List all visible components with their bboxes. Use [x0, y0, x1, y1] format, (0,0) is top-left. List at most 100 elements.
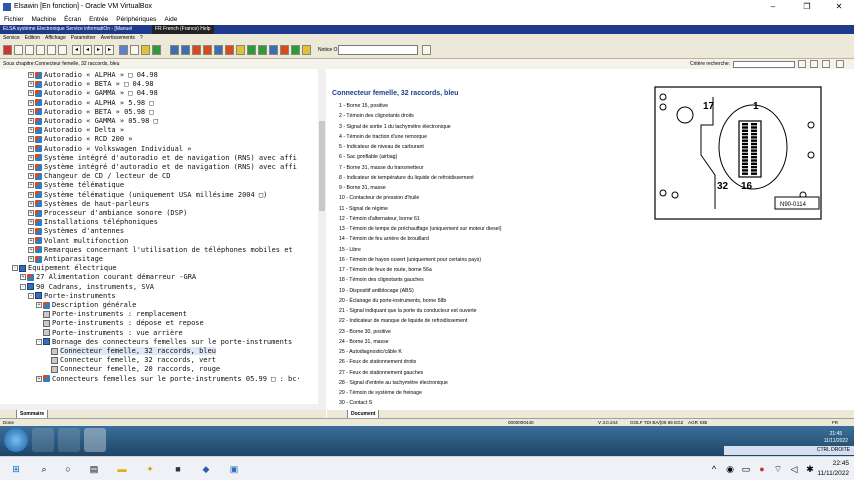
tree-item[interactable]: + Autoradio « BETA » □ 04.98 — [28, 80, 154, 89]
expand-icon[interactable]: + — [36, 302, 42, 308]
tree-item[interactable]: + Processeur d'ambiance sonore (DSP) — [28, 209, 187, 218]
collapse-icon[interactable]: - — [12, 265, 18, 272]
search-prev-icon[interactable] — [810, 60, 818, 68]
cortana-icon[interactable]: ○ — [62, 463, 74, 475]
tree-item[interactable]: +27 Alimentation courant démarreur -GRA — [20, 273, 196, 282]
expand-icon[interactable]: + — [28, 210, 34, 216]
menu-edition[interactable]: Edition — [25, 35, 40, 41]
start-orb-icon[interactable] — [4, 428, 28, 452]
expand-icon[interactable]: + — [28, 182, 34, 189]
menu-fichier[interactable]: Fichier — [4, 16, 24, 23]
doc-icon-6[interactable] — [225, 45, 234, 55]
vm-window-icon[interactable]: ▣ — [228, 463, 240, 475]
file-explorer-icon[interactable]: ▬ — [116, 463, 128, 475]
order-button-icon[interactable] — [422, 45, 431, 55]
expand-icon[interactable]: + — [28, 154, 34, 161]
tree-item[interactable]: + Volant multifonction — [28, 237, 128, 246]
doc-icon-10[interactable] — [269, 45, 278, 55]
expand-icon[interactable]: + — [36, 375, 42, 382]
tree-item[interactable]: Porte-instruments : remplacement — [36, 310, 187, 319]
expand-icon[interactable]: + — [28, 228, 34, 235]
language-indicator[interactable]: FR French (France) Help — [152, 25, 214, 34]
tree-item[interactable]: + Description générale — [36, 301, 136, 310]
maximize-button[interactable]: ❐ — [794, 0, 820, 14]
tree-item[interactable]: + Autoradio « RCD 200 » — [28, 135, 133, 144]
expand-icon[interactable]: + — [28, 99, 34, 106]
tree-item[interactable]: + Autoradio « Delta » — [28, 126, 124, 135]
collapse-icon[interactable]: - — [28, 292, 34, 299]
doc-icon-2[interactable] — [181, 45, 190, 55]
doc-icon-5[interactable] — [214, 45, 223, 55]
tree-item[interactable]: + Antiparasitage — [28, 255, 103, 264]
search-icon[interactable]: ⌕ — [38, 463, 50, 475]
tree-item[interactable]: Porte-instruments : vue arrière — [36, 329, 183, 338]
tree-item[interactable]: - Équipement électrique — [12, 264, 117, 273]
save-icon[interactable] — [47, 45, 56, 55]
tree-item[interactable]: + Système télématique (uniquement USA mil… — [28, 191, 267, 200]
bluetooth-icon[interactable]: ✱ — [804, 463, 816, 475]
windows-start-icon[interactable]: ⊞ — [10, 463, 22, 475]
display-icon[interactable]: ▭ — [740, 463, 752, 475]
virtualbox-icon[interactable]: ◆ — [200, 463, 212, 475]
chevron-up-icon[interactable]: ^ — [708, 463, 720, 475]
app-icon-1[interactable]: ✦ — [144, 463, 156, 475]
volume-icon[interactable]: ◁ — [788, 463, 800, 475]
tree-item[interactable]: + Système intégré d'autoradio et de navig… — [28, 163, 297, 172]
tree-item[interactable]: + Connecteurs femelles sur le porte-instr… — [36, 375, 301, 384]
tree-item[interactable]: - Bornage des connecteurs femelles sur le… — [36, 338, 292, 347]
search-next-icon[interactable] — [822, 60, 830, 68]
collapse-icon[interactable]: - — [20, 283, 26, 290]
doc-icon-11[interactable] — [280, 45, 289, 55]
doc-icon-1[interactable] — [170, 45, 179, 55]
print-preview-icon[interactable] — [58, 45, 67, 55]
tree-item[interactable]: + Systèmes d'antennes — [28, 227, 124, 236]
green-arrow-icon[interactable] — [152, 45, 161, 55]
expand-icon[interactable]: + — [20, 274, 26, 281]
expand-icon[interactable]: + — [28, 246, 34, 253]
expand-icon[interactable]: + — [28, 219, 34, 226]
tree-item[interactable]: + Autoradio « Volkswagen Individual » — [28, 145, 192, 154]
tree-item[interactable]: Connecteur femelle, 32 raccords, bleu — [44, 347, 216, 356]
expand-icon[interactable]: + — [28, 118, 34, 124]
expand-icon[interactable]: + — [28, 136, 34, 143]
doc-icon-7[interactable] — [236, 45, 245, 55]
menu-peripheriques[interactable]: Périphériques — [116, 16, 156, 23]
tree-item[interactable]: + Autoradio « ALPHA » □ 04.98 — [28, 71, 158, 80]
expand-icon[interactable]: + — [28, 145, 34, 152]
last-page-icon[interactable]: ▸ — [105, 45, 114, 55]
tree-item[interactable]: + Système intégré d'autoradio et de navig… — [28, 154, 297, 163]
prev-page-icon[interactable]: ◂ — [83, 45, 92, 55]
network-icon[interactable]: ◉ — [724, 463, 736, 475]
menu-service[interactable]: Service — [3, 35, 20, 41]
expand-icon[interactable]: + — [28, 108, 34, 115]
tree-item[interactable]: + Systèmes de haut-parleurs — [28, 200, 149, 209]
explorer-icon[interactable] — [58, 428, 80, 452]
menu-parametrer[interactable]: Paramétrer — [71, 35, 96, 41]
tree-vertical-scrollbar[interactable] — [318, 69, 326, 404]
search-dropdown-icon[interactable] — [798, 60, 806, 68]
tree-item[interactable]: + Autoradio « BETA » 05.98 □ — [28, 108, 154, 117]
expand-icon[interactable]: + — [28, 191, 34, 198]
menu-help[interactable]: ? — [140, 35, 143, 41]
tree-item[interactable]: + Remarques concernant l'utilisation de t… — [28, 246, 293, 255]
question-icon[interactable] — [141, 45, 150, 55]
tray-app-icon[interactable]: ● — [756, 463, 768, 475]
menu-machine[interactable]: Machine — [32, 16, 57, 23]
tree-item[interactable]: Connecteur femelle, 32 raccords, vert — [44, 356, 216, 365]
tool-icon-1[interactable] — [3, 45, 12, 55]
expand-icon[interactable]: + — [28, 237, 34, 244]
doc-icon-12[interactable] — [291, 45, 300, 55]
nav-icon[interactable] — [119, 45, 128, 55]
copy-icon[interactable] — [25, 45, 34, 55]
tree-item[interactable]: Porte-instruments : dépose et repose — [36, 319, 204, 328]
tree-item[interactable]: - Porte-instruments — [28, 292, 116, 301]
page-icon[interactable] — [36, 45, 45, 55]
tools-icon[interactable] — [130, 45, 139, 55]
elsa-task-icon[interactable] — [84, 428, 106, 452]
menu-affichage[interactable]: Affichage — [45, 35, 66, 41]
minimize-button[interactable]: – — [760, 0, 786, 14]
tree-item[interactable]: - 90 Cadrans, instruments, SVA — [20, 283, 154, 292]
doc-icon-3[interactable] — [192, 45, 201, 55]
close-button[interactable]: ✕ — [826, 0, 852, 14]
first-page-icon[interactable]: ◂ — [72, 45, 81, 55]
